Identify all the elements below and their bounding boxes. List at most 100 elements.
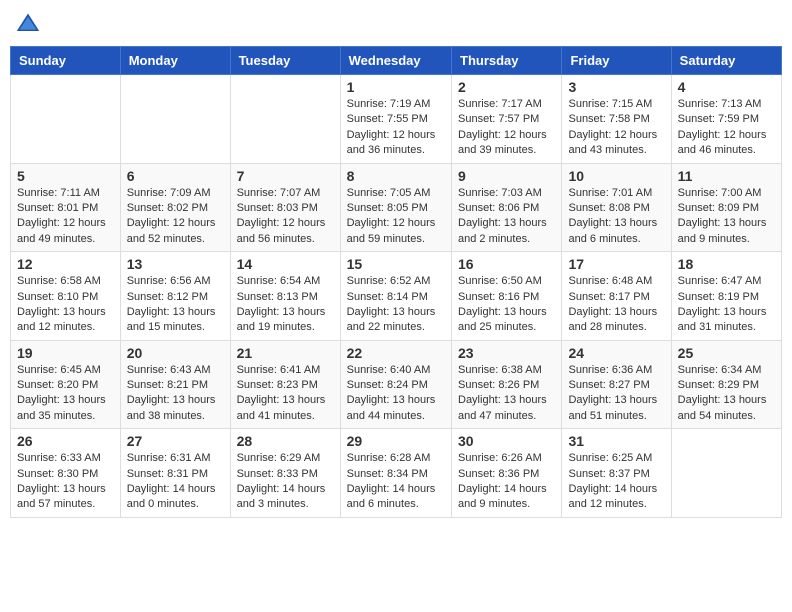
day-number: 2 (458, 79, 555, 95)
day-number: 22 (347, 345, 445, 361)
day-number: 28 (237, 433, 334, 449)
day-number: 20 (127, 345, 224, 361)
calendar-cell: 30 Sunrise: 6:26 AM Sunset: 8:36 PM Dayli… (452, 429, 562, 518)
calendar-cell: 18Sunrise: 6:47 AM Sunset: 8:19 PM Dayli… (671, 252, 781, 341)
day-info: Sunrise: 6:47 AM Sunset: 8:19 PM Dayligh… (678, 274, 775, 336)
day-number: 7 (237, 168, 334, 184)
calendar-cell: 14Sunrise: 6:54 AM Sunset: 8:13 PM Dayli… (230, 252, 340, 341)
calendar-week-3: 12 Sunrise: 6:58 AM Sunset: 8:10 PM Dayli… (11, 252, 782, 341)
calendar-header-sunday: Sunday (11, 47, 121, 75)
day-info: Sunrise: 6:52 AM Sunset: 8:14 PM Dayligh… (347, 274, 445, 336)
day-number: 21 (237, 345, 334, 361)
day-info: Sunrise: 6:34 AM Sunset: 8:29 PM Dayligh… (678, 363, 775, 425)
day-number: 3 (568, 79, 664, 95)
logo-icon (14, 10, 42, 38)
day-info: Sunrise: 7:11 AM Sunset: 8:01 PM Dayligh… (17, 186, 114, 248)
day-info: Sunrise: 6:43 AM Sunset: 8:21 PM Dayligh… (127, 363, 224, 425)
day-number: 4 (678, 79, 775, 95)
page-header (10, 10, 782, 38)
calendar-week-2: 5 Sunrise: 7:11 AM Sunset: 8:01 PM Daylig… (11, 163, 782, 252)
day-info: Sunrise: 6:41 AM Sunset: 8:23 PM Dayligh… (237, 363, 334, 425)
calendar-cell: 27 Sunrise: 6:31 AM Sunset: 8:31 PM Dayli… (120, 429, 230, 518)
calendar-header-friday: Friday (562, 47, 671, 75)
calendar-cell: 9Sunrise: 7:03 AM Sunset: 8:06 PM Daylig… (452, 163, 562, 252)
calendar-cell: 2 Sunrise: 7:17 AM Sunset: 7:57 PM Daylig… (452, 75, 562, 164)
calendar-week-5: 26 Sunrise: 6:33 AM Sunset: 8:30 PM Dayli… (11, 429, 782, 518)
day-info: Sunrise: 6:26 AM Sunset: 8:36 PM Dayligh… (458, 451, 555, 513)
calendar-cell: 4 Sunrise: 7:13 AM Sunset: 7:59 PM Daylig… (671, 75, 781, 164)
calendar-cell: 26 Sunrise: 6:33 AM Sunset: 8:30 PM Dayli… (11, 429, 121, 518)
calendar-cell: 1Sunrise: 7:19 AM Sunset: 7:55 PM Daylig… (340, 75, 451, 164)
calendar-cell: 29 Sunrise: 6:28 AM Sunset: 8:34 PM Dayli… (340, 429, 451, 518)
day-info: Sunrise: 7:03 AM Sunset: 8:06 PM Dayligh… (458, 186, 555, 248)
day-info: Sunrise: 6:58 AM Sunset: 8:10 PM Dayligh… (17, 274, 114, 336)
day-info: Sunrise: 6:45 AM Sunset: 8:20 PM Dayligh… (17, 363, 114, 425)
day-info: Sunrise: 6:28 AM Sunset: 8:34 PM Dayligh… (347, 451, 445, 513)
calendar-cell: 8 Sunrise: 7:05 AM Sunset: 8:05 PM Daylig… (340, 163, 451, 252)
calendar-cell: 21 Sunrise: 6:41 AM Sunset: 8:23 PM Dayli… (230, 340, 340, 429)
calendar-cell: 11 Sunrise: 7:00 AM Sunset: 8:09 PM Dayli… (671, 163, 781, 252)
day-number: 11 (678, 168, 775, 184)
day-number: 31 (568, 433, 664, 449)
day-number: 12 (17, 256, 114, 272)
day-info: Sunrise: 6:40 AM Sunset: 8:24 PM Dayligh… (347, 363, 445, 425)
day-info: Sunrise: 6:56 AM Sunset: 8:12 PM Dayligh… (127, 274, 224, 336)
day-info: Sunrise: 7:13 AM Sunset: 7:59 PM Dayligh… (678, 97, 775, 159)
calendar-cell (671, 429, 781, 518)
day-info: Sunrise: 6:31 AM Sunset: 8:31 PM Dayligh… (127, 451, 224, 513)
calendar-cell (11, 75, 121, 164)
calendar-header-thursday: Thursday (452, 47, 562, 75)
day-info: Sunrise: 6:33 AM Sunset: 8:30 PM Dayligh… (17, 451, 114, 513)
calendar-cell: 10 Sunrise: 7:01 AM Sunset: 8:08 PM Dayli… (562, 163, 671, 252)
calendar-cell (120, 75, 230, 164)
calendar-cell: 28 Sunrise: 6:29 AM Sunset: 8:33 PM Dayli… (230, 429, 340, 518)
day-number: 15 (347, 256, 445, 272)
calendar-week-1: 1Sunrise: 7:19 AM Sunset: 7:55 PM Daylig… (11, 75, 782, 164)
calendar-header-tuesday: Tuesday (230, 47, 340, 75)
calendar-cell: 19 Sunrise: 6:45 AM Sunset: 8:20 PM Dayli… (11, 340, 121, 429)
calendar-cell: 3 Sunrise: 7:15 AM Sunset: 7:58 PM Daylig… (562, 75, 671, 164)
day-number: 16 (458, 256, 555, 272)
calendar-cell: 12 Sunrise: 6:58 AM Sunset: 8:10 PM Dayli… (11, 252, 121, 341)
day-info: Sunrise: 6:54 AM Sunset: 8:13 PM Dayligh… (237, 274, 334, 336)
day-info: Sunrise: 7:17 AM Sunset: 7:57 PM Dayligh… (458, 97, 555, 159)
calendar-cell: 13Sunrise: 6:56 AM Sunset: 8:12 PM Dayli… (120, 252, 230, 341)
day-number: 25 (678, 345, 775, 361)
calendar-cell: 23 Sunrise: 6:38 AM Sunset: 8:26 PM Dayli… (452, 340, 562, 429)
day-number: 29 (347, 433, 445, 449)
logo (14, 10, 46, 38)
day-number: 30 (458, 433, 555, 449)
day-number: 19 (17, 345, 114, 361)
calendar-cell: 17 Sunrise: 6:48 AM Sunset: 8:17 PM Dayli… (562, 252, 671, 341)
day-info: Sunrise: 7:09 AM Sunset: 8:02 PM Dayligh… (127, 186, 224, 248)
calendar-cell: 24 Sunrise: 6:36 AM Sunset: 8:27 PM Dayli… (562, 340, 671, 429)
day-number: 8 (347, 168, 445, 184)
calendar-cell: 15 Sunrise: 6:52 AM Sunset: 8:14 PM Dayli… (340, 252, 451, 341)
day-info: Sunrise: 7:15 AM Sunset: 7:58 PM Dayligh… (568, 97, 664, 159)
day-number: 10 (568, 168, 664, 184)
calendar-cell: 5 Sunrise: 7:11 AM Sunset: 8:01 PM Daylig… (11, 163, 121, 252)
day-info: Sunrise: 6:29 AM Sunset: 8:33 PM Dayligh… (237, 451, 334, 513)
day-info: Sunrise: 6:36 AM Sunset: 8:27 PM Dayligh… (568, 363, 664, 425)
day-info: Sunrise: 6:38 AM Sunset: 8:26 PM Dayligh… (458, 363, 555, 425)
calendar-table: SundayMondayTuesdayWednesdayThursdayFrid… (10, 46, 782, 518)
day-number: 23 (458, 345, 555, 361)
calendar-week-4: 19 Sunrise: 6:45 AM Sunset: 8:20 PM Dayli… (11, 340, 782, 429)
day-number: 24 (568, 345, 664, 361)
calendar-header-saturday: Saturday (671, 47, 781, 75)
day-number: 26 (17, 433, 114, 449)
day-number: 1 (347, 79, 445, 95)
day-info: Sunrise: 7:05 AM Sunset: 8:05 PM Dayligh… (347, 186, 445, 248)
calendar-cell: 6Sunrise: 7:09 AM Sunset: 8:02 PM Daylig… (120, 163, 230, 252)
day-info: Sunrise: 7:07 AM Sunset: 8:03 PM Dayligh… (237, 186, 334, 248)
calendar-cell: 16Sunrise: 6:50 AM Sunset: 8:16 PM Dayli… (452, 252, 562, 341)
day-number: 17 (568, 256, 664, 272)
calendar-cell: 22 Sunrise: 6:40 AM Sunset: 8:24 PM Dayli… (340, 340, 451, 429)
day-info: Sunrise: 6:48 AM Sunset: 8:17 PM Dayligh… (568, 274, 664, 336)
day-number: 5 (17, 168, 114, 184)
calendar-cell: 7 Sunrise: 7:07 AM Sunset: 8:03 PM Daylig… (230, 163, 340, 252)
day-info: Sunrise: 7:01 AM Sunset: 8:08 PM Dayligh… (568, 186, 664, 248)
day-number: 27 (127, 433, 224, 449)
day-info: Sunrise: 7:00 AM Sunset: 8:09 PM Dayligh… (678, 186, 775, 248)
calendar-header-row: SundayMondayTuesdayWednesdayThursdayFrid… (11, 47, 782, 75)
